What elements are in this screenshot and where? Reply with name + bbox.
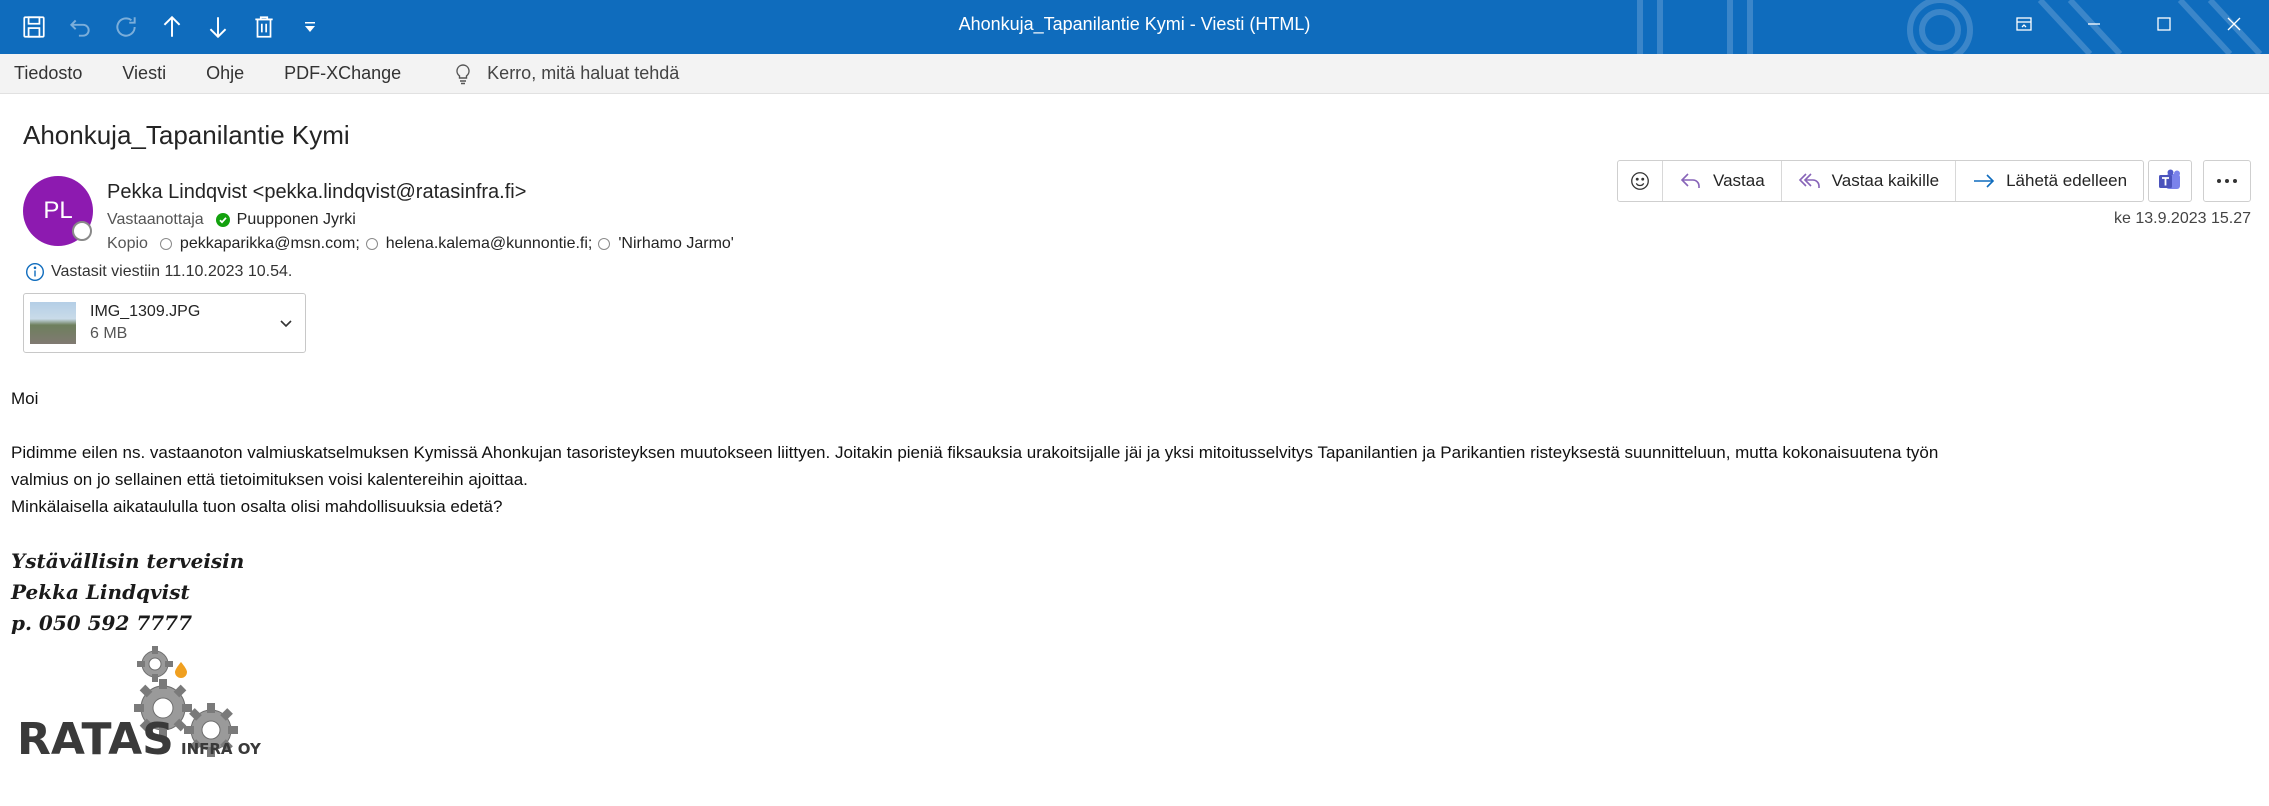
menu-pdf-xchange[interactable]: PDF-XChange [284, 63, 401, 84]
body-paragraph: Pidimme eilen ns. vastaanoton valmiuskat… [11, 443, 1939, 462]
presence-unknown-icon [365, 238, 378, 250]
window-controls [1989, 0, 2269, 48]
recipient-cc[interactable]: helena.kalema@kunnontie.fi; [365, 235, 593, 253]
more-actions-button[interactable] [2203, 160, 2251, 202]
logo-wordmark: RATAS [17, 714, 174, 762]
to-label: Vastaanottaja [107, 211, 204, 228]
signature-phone: p. 050 592 7777 [11, 611, 192, 635]
reply-all-label: Vastaa kaikille [1831, 171, 1940, 190]
undo-button[interactable] [60, 7, 100, 47]
customize-qat-button[interactable] [290, 7, 330, 47]
chevron-down-icon[interactable] [277, 314, 295, 332]
arrow-down-icon [209, 17, 227, 39]
reply-all-icon [1798, 173, 1820, 188]
quick-access-toolbar [14, 6, 330, 48]
save-button[interactable] [14, 7, 54, 47]
attachment-name: IMG_1309.JPG [90, 303, 201, 320]
reply-all-button[interactable]: Vastaa kaikille [1780, 161, 1955, 201]
forward-icon [1974, 174, 1995, 188]
arrow-up-icon [163, 15, 181, 37]
message-actions: Vastaa Vastaa kaikille Lähetä edelleen [1617, 160, 2145, 202]
info-text: Vastasit viestiin 11.10.2023 10.54. [51, 263, 293, 280]
attachment-size: 6 MB [90, 325, 128, 342]
recipient-name: Puupponen Jyrki [236, 211, 356, 228]
reply-button[interactable]: Vastaa [1662, 161, 1781, 201]
to-line: Vastaanottaja Puupponen Jyrki [107, 211, 362, 229]
maximize-icon [2157, 17, 2171, 31]
reply-icon [1680, 173, 1700, 188]
menu-file[interactable]: Tiedosto [14, 63, 82, 84]
teams-icon [2159, 169, 2180, 189]
emoji-icon [1631, 172, 1649, 190]
message-body: Moi Pidimme eilen ns. vastaanoton valmiu… [11, 385, 2251, 520]
ribbon-display-options-button[interactable] [1989, 0, 2059, 48]
signature: Ystävällisin terveisin Pekka Lindqvist p… [11, 546, 244, 639]
info-icon [25, 262, 45, 282]
next-item-button[interactable] [198, 7, 238, 47]
logo-subtitle: INFRA OY [181, 740, 262, 758]
forward-label: Lähetä edelleen [2006, 171, 2128, 190]
menu-bar: Tiedosto Viesti Ohje PDF-XChange Kerro, … [0, 54, 2269, 94]
body-paragraph: valmius on jo sellainen että tietoimituk… [11, 470, 528, 489]
sender[interactable]: Pekka Lindqvist <pekka.lindqvist@ratasin… [107, 181, 526, 204]
delete-button[interactable] [244, 7, 284, 47]
redo-button[interactable] [106, 7, 146, 47]
react-button[interactable] [1618, 161, 1662, 201]
maximize-button[interactable] [2129, 0, 2199, 48]
lightbulb-icon [456, 63, 470, 84]
message-subject: Ahonkuja_Tapanilantie Kymi [23, 120, 350, 150]
presence-unknown-icon [159, 238, 172, 250]
minimize-icon [2088, 23, 2100, 25]
avatar-initials: PL [43, 197, 73, 224]
recipient-cc[interactable]: 'Nirhamo Jarmo' [598, 235, 734, 253]
body-greeting: Moi [11, 389, 39, 408]
sent-date: ke 13.9.2023 15.27 [2113, 210, 2251, 227]
redo-icon [116, 17, 136, 37]
cc-line: Kopio pekkaparikka@msn.com; helena.kalem… [107, 235, 740, 253]
forward-button[interactable]: Lähetä edelleen [1955, 161, 2143, 201]
chevron-down-icon [305, 22, 315, 32]
signature-name: Pekka Lindqvist [11, 580, 190, 604]
drop-icon [175, 662, 187, 678]
recipient-name: pekkaparikka@msn.com; [179, 235, 360, 252]
tell-me-label: Kerro, mitä haluat tehdä [487, 63, 680, 83]
minimize-button[interactable] [2059, 0, 2129, 48]
recipient-to[interactable]: Puupponen Jyrki [215, 211, 356, 229]
menu-message[interactable]: Viesti [122, 63, 166, 84]
undo-icon [69, 19, 90, 37]
company-logo: RATAS INFRA OY [17, 646, 262, 762]
available-icon [215, 213, 230, 227]
teams-button[interactable] [2148, 160, 2192, 202]
cc-label: Kopio [107, 235, 148, 252]
tell-me-search[interactable]: Kerro, mitä haluat tehdä [453, 63, 679, 85]
signature-closing: Ystävällisin terveisin [11, 549, 245, 573]
body-paragraph: Minkälaisella aikataululla tuon osalta o… [11, 497, 503, 516]
recipient-cc[interactable]: pekkaparikka@msn.com; [159, 235, 360, 253]
presence-unknown-icon [598, 238, 611, 250]
previous-item-button[interactable] [152, 7, 192, 47]
recipient-name: helena.kalema@kunnontie.fi; [385, 235, 593, 252]
ribbon-display-icon [2016, 17, 2032, 31]
attachment-card[interactable]: IMG_1309.JPG 6 MB [23, 293, 306, 353]
title-bar: Ahonkuja_Tapanilantie Kymi - Viesti (HTM… [0, 0, 2269, 54]
presence-status-icon [72, 221, 92, 241]
recipient-name: 'Nirhamo Jarmo' [618, 235, 734, 252]
attachment-thumbnail [30, 302, 76, 344]
info-bar[interactable]: Vastasit viestiin 11.10.2023 10.54. [25, 262, 292, 282]
trash-icon [255, 16, 273, 38]
reply-label: Vastaa [1713, 171, 1765, 190]
more-icon [2217, 179, 2237, 183]
close-icon [2227, 17, 2241, 31]
menu-help[interactable]: Ohje [206, 63, 244, 84]
close-button[interactable] [2199, 0, 2269, 48]
save-icon [23, 16, 45, 38]
